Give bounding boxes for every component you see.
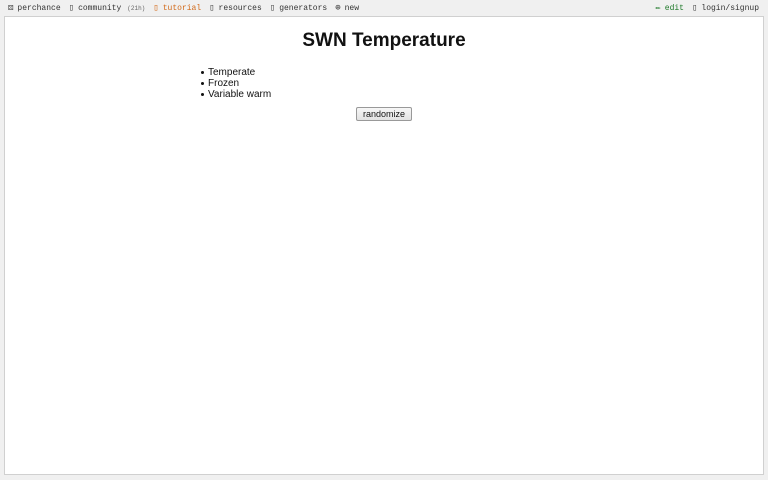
nav-perchance-label: perchance (17, 3, 61, 13)
book-icon: ▯ (153, 2, 159, 13)
result-item: Frozen (200, 78, 271, 89)
top-nav-left: ⚄ perchance ▯ community (21h) ▯ tutorial… (8, 2, 360, 13)
nav-tutorial-label: tutorial (162, 3, 202, 13)
nav-edit-label: edit (664, 3, 684, 13)
nav-new[interactable]: ⊕ new (335, 2, 360, 13)
generators-icon: ▯ (269, 2, 276, 13)
result-list: Temperate Frozen Variable warm (200, 67, 272, 100)
nav-perchance-home[interactable]: ⚄ perchance (8, 2, 61, 13)
nav-login-label: login/signup (701, 3, 759, 13)
result-item: Temperate (200, 67, 271, 78)
plus-circle-icon: ⊕ (335, 2, 341, 13)
page-title: SWN Temperature (302, 30, 466, 51)
result-item: Variable warm (200, 89, 272, 100)
top-nav-right: ✏ edit ▯ login/signup (655, 2, 759, 13)
resources-icon: ▯ (209, 2, 215, 13)
nav-community[interactable]: ▯ community (21h) (68, 2, 146, 13)
nav-tutorial[interactable]: ▯ tutorial (153, 2, 202, 13)
nav-community-label: community (78, 3, 122, 13)
generator-output-panel: SWN Temperature Temperate Frozen Variabl… (4, 16, 764, 475)
dice-icon: ⚄ (8, 2, 14, 13)
top-nav-bar: ⚄ perchance ▯ community (21h) ▯ tutorial… (0, 0, 768, 16)
nav-generators-label: generators (279, 3, 328, 13)
randomize-button[interactable]: randomize (356, 107, 412, 121)
user-icon: ▯ (691, 2, 698, 13)
nav-resources-label: resources (218, 3, 262, 13)
nav-resources[interactable]: ▯ resources (209, 2, 262, 13)
nav-login[interactable]: ▯ login/signup (691, 2, 759, 13)
pencil-icon: ✏ (655, 2, 661, 13)
chat-icon: ▯ (68, 2, 75, 13)
nav-edit[interactable]: ✏ edit (655, 2, 684, 13)
nav-new-label: new (344, 3, 360, 13)
nav-community-count: (21h) (127, 4, 146, 12)
nav-generators[interactable]: ▯ generators (269, 2, 328, 13)
